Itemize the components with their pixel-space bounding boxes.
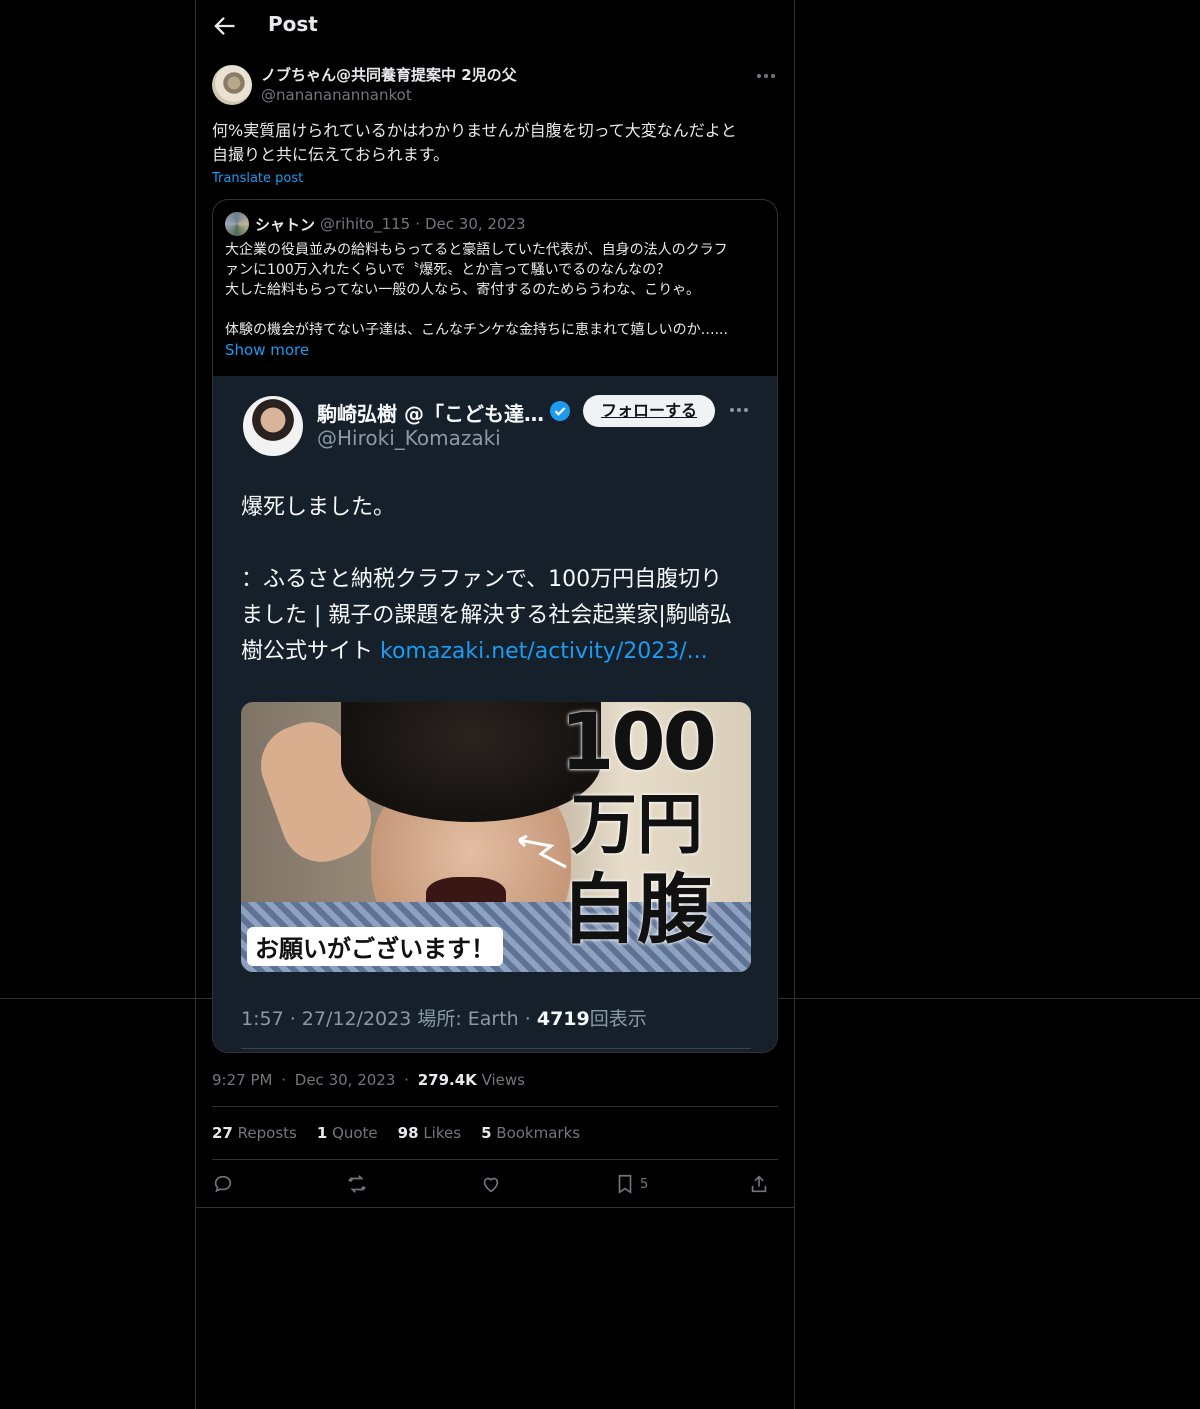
screenshot-footer-views: 4719 (536, 1008, 590, 1030)
repost-icon (348, 1175, 366, 1193)
post-time[interactable]: 9:27 PM (212, 1071, 272, 1089)
post-text-line: 何%実質届けられているかはわかりませんが自腹を切って大変なんだよと (212, 121, 737, 140)
share-icon (751, 1175, 767, 1193)
post-date[interactable]: Dec 30, 2023 (295, 1071, 396, 1089)
quoted-display-name: シャトン (255, 215, 316, 234)
post-stats: 27 Reposts 1 Quote 98 Likes 5 Bookmarks (212, 1124, 580, 1142)
quoted-text-line: 体験の機会が持てない子達は、こんなチンケな金持ちに恵まれて嬉しいのか…... (225, 322, 728, 338)
verified-badge-icon (549, 400, 571, 422)
share-button[interactable] (748, 1171, 770, 1197)
author-display-name[interactable]: ノブちゃん@共同養育提案中 2児の父 (261, 64, 517, 85)
screenshot-text-line: 爆死しました。 (241, 495, 396, 520)
screenshot-handle: @Hiroki_Komazaki (317, 426, 501, 450)
quoted-handle: @rihito_115 (320, 215, 411, 233)
likes-stat[interactable]: 98 Likes (398, 1124, 461, 1142)
post-views-count: 279.4K (417, 1071, 477, 1089)
image-text-jibara: 自腹 (561, 865, 713, 954)
main-column: Post ノブちゃん@共同養育提案中 2児の父 @nanananannankot… (195, 0, 795, 1409)
divider (196, 1207, 794, 1208)
screenshot-footer-views-label: 回表示 (589, 1008, 647, 1030)
quoted-text-line: ァンに100万入れたくらいで〝爆死〟とか言って騒いでるのなんなの？ (225, 262, 671, 278)
screenshot-text-line: ：ふるさと納税クラファンで、100万円自腹切り (241, 567, 723, 592)
bookmark-button[interactable]: 5 (614, 1171, 648, 1197)
show-more-link[interactable]: Show more (225, 341, 309, 359)
more-icon (727, 402, 751, 418)
bookmarks-stat[interactable]: 5 Bookmarks (481, 1124, 580, 1142)
image-text-yen: 万円 (571, 786, 703, 863)
screenshot-follow-button: フォローする (583, 395, 715, 427)
post-text: 何%実質届けられているかはわかりませんが自腹を切って大変なんだよと 自撮りと共に… (212, 119, 782, 167)
quoted-post[interactable]: シャトン @rihito_115 · Dec 30, 2023 大企業の役員並み… (212, 199, 778, 1053)
like-icon (483, 1177, 499, 1193)
post-timestamp-views: 9:27 PM · Dec 30, 2023 · 279.4K Views (212, 1071, 525, 1089)
screenshot-thumbnail-image: 100 万円 自腹 お願いがございます！ (241, 702, 751, 972)
back-arrow-icon[interactable] (210, 12, 238, 40)
screenshot-link: komazaki.net/activity/2023/... (380, 639, 708, 664)
divider (212, 1159, 778, 1160)
reposts-stat[interactable]: 27 Reposts (212, 1124, 297, 1142)
repost-button[interactable] (346, 1171, 368, 1197)
quoted-date: Dec 30, 2023 (425, 215, 526, 233)
quoted-separator: · (415, 215, 420, 233)
post-action-bar: 5 (212, 1171, 778, 1199)
post-views-label: Views (481, 1071, 525, 1089)
screenshot-text-fragment: 樹公式サイト (241, 639, 380, 664)
screenshot-display-name: 駒崎弘樹 @「こども達… (317, 402, 544, 426)
reply-icon (214, 1175, 232, 1193)
post-text-line: 自撮りと共に伝えておられます。 (212, 145, 450, 164)
quoted-text: 大企業の役員並みの給料もらってると豪語していた代表が、自身の法人のクラフ ァンに… (225, 240, 767, 340)
avatar[interactable] (212, 65, 252, 105)
screenshot-text-line: ました | 親子の課題を解決する社会起業家|駒崎弘 (241, 603, 732, 628)
bookmark-icon (618, 1174, 632, 1194)
quotes-stat[interactable]: 1 Quote (317, 1124, 378, 1142)
screenshot-avatar (241, 394, 305, 458)
screenshot-footer: 1:57 · 27/12/2023 場所: Earth · 4719回表示 (241, 1004, 647, 1031)
screenshot-text-line: 樹公式サイト komazaki.net/activity/2023/... (241, 634, 761, 670)
quoted-text-line (225, 300, 767, 320)
quoted-post-header: シャトン @rihito_115 · Dec 30, 2023 (225, 212, 526, 236)
bookmark-count: 5 (640, 1176, 649, 1192)
embedded-screenshot[interactable]: 駒崎弘樹 @「こども達… フォローする @Hiroki_Komazaki 爆死し… (213, 376, 777, 1052)
screenshot-footer-meta: 1:57 · 27/12/2023 場所: Earth · (241, 1008, 537, 1030)
screenshot-text: 爆死しました。 ：ふるさと納税クラファンで、100万円自腹切り ました | 親子… (241, 490, 761, 670)
quoted-text-line: 大した給料もらってない一般の人なら、寄付するのためらうわな、こりゃ。 (225, 282, 701, 298)
quoted-avatar (225, 212, 249, 236)
page-title: Post (268, 12, 318, 36)
like-button[interactable] (480, 1171, 502, 1197)
translate-post-link[interactable]: Translate post (212, 171, 303, 186)
image-text-100: 100 (560, 702, 717, 788)
author-handle[interactable]: @nanananannankot (261, 86, 412, 104)
image-overlay-text: 100 万円 自腹 (537, 702, 737, 948)
quoted-text-line: 大企業の役員並みの給料もらってると豪語していた代表が、自身の法人のクラフ (225, 242, 728, 258)
reply-button[interactable] (212, 1171, 234, 1197)
post-author: ノブちゃん@共同養育提案中 2児の父 @nanananannankot (212, 64, 778, 108)
image-caption: お願いがございます！ (247, 927, 503, 966)
more-icon[interactable] (754, 68, 778, 84)
post-header: Post (196, 0, 794, 53)
divider (241, 1048, 751, 1049)
divider (212, 1106, 778, 1107)
